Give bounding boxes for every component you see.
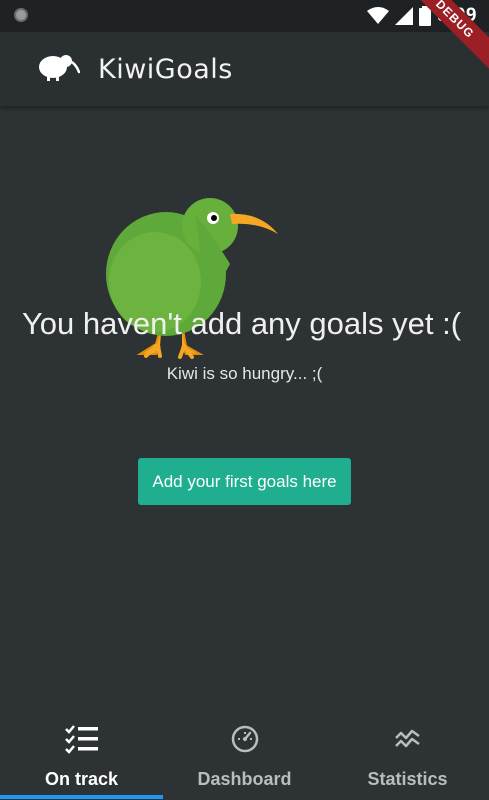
nav-item-dashboard[interactable]: Dashboard (163, 712, 326, 800)
checklist-icon (64, 725, 98, 754)
kiwi-logo-icon (39, 55, 80, 81)
add-first-goal-button[interactable]: Add your first goals here (138, 458, 351, 505)
empty-state-subtitle: Kiwi is so hungry... ;( (166, 364, 323, 383)
nav-label-dashboard: Dashboard (197, 769, 292, 789)
cell-signal-icon (394, 7, 413, 25)
empty-state-title: You haven't add any goals yet :( (21, 306, 462, 341)
app-bar: KiwiGoals (0, 32, 489, 106)
nav-item-on-track[interactable]: On track (0, 712, 163, 800)
wifi-icon (366, 7, 389, 24)
notification-dot-icon (14, 8, 28, 22)
kiwi-bird-illustration (106, 198, 278, 359)
app-title: KiwiGoals (98, 54, 233, 85)
speedometer-icon (231, 725, 258, 753)
nav-item-statistics[interactable]: Statistics (326, 712, 489, 800)
bottom-navigation: On track Dashboard Statistics (0, 712, 489, 800)
trend-lines-icon (394, 729, 420, 748)
nav-label-on-track: On track (44, 769, 119, 789)
status-bar: 9:09 (0, 0, 489, 32)
active-tab-indicator (0, 795, 163, 799)
nav-label-statistics: Statistics (367, 769, 448, 789)
